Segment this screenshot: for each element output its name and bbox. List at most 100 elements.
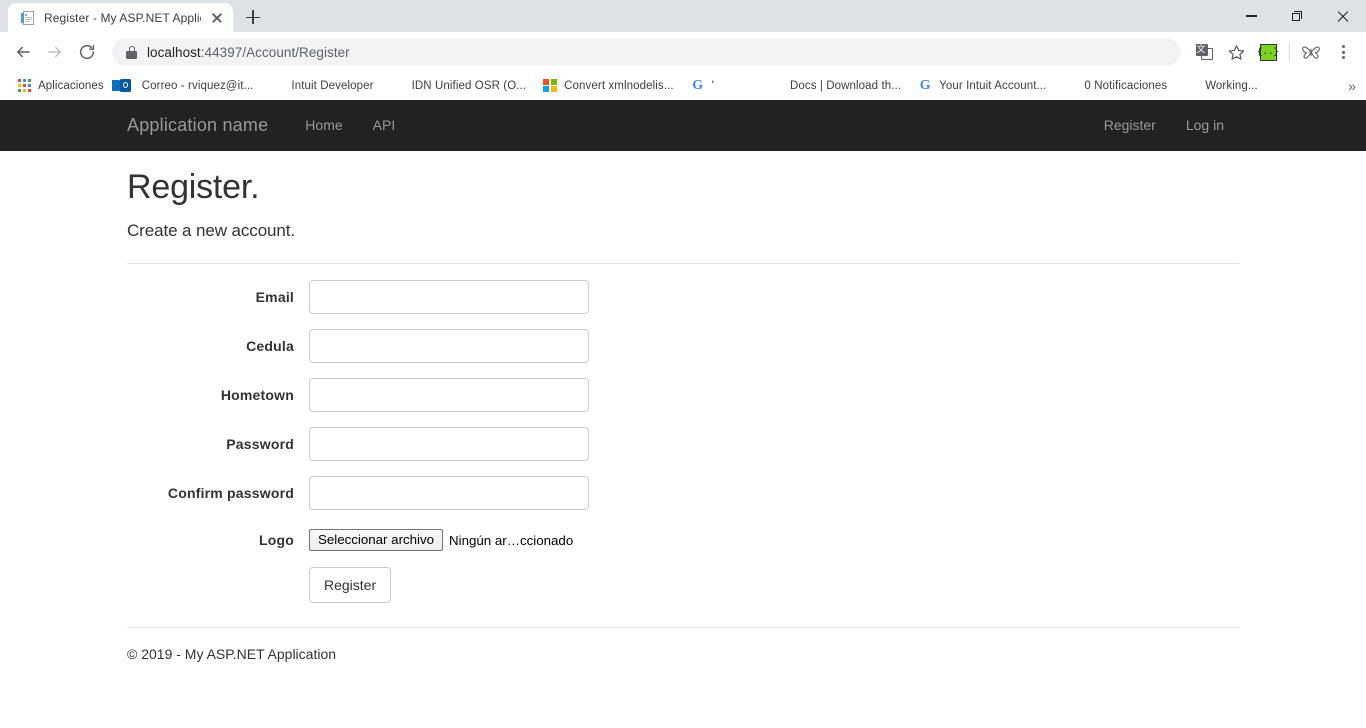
- address-bar-url: localhost:44397/Account/Register: [147, 45, 350, 60]
- email-input[interactable]: [309, 280, 589, 315]
- bookmark-convert-xmlnodelist[interactable]: Convert xmlnodelis...: [534, 75, 681, 97]
- extension-json-viewer-icon[interactable]: {..}: [1253, 37, 1283, 67]
- nav-link-home[interactable]: Home: [290, 100, 357, 151]
- forward-arrow-icon[interactable]: [40, 37, 70, 67]
- navbar-links: Home API: [290, 100, 410, 151]
- bookmark-google-quote[interactable]: G ': [682, 75, 722, 97]
- form-row-logo: Logo Seleccionar archivo Ningún ar…ccion…: [127, 529, 1239, 552]
- page-container: Register. Create a new account. Email Ce…: [112, 151, 1254, 662]
- navbar-brand[interactable]: Application name: [127, 115, 268, 136]
- reload-icon[interactable]: [72, 37, 102, 67]
- apps-grid-icon: [16, 78, 32, 94]
- cedula-input[interactable]: [309, 329, 589, 364]
- extension-butterfly-icon[interactable]: [1296, 37, 1326, 67]
- new-tab-button[interactable]: [239, 3, 267, 31]
- page-title: Register.: [127, 168, 260, 206]
- file-status-text: Ningún ar…ccionado: [449, 532, 574, 548]
- lock-icon: [126, 45, 137, 59]
- url-host: localhost: [147, 44, 201, 60]
- navbar-auth-links: Register Log in: [1089, 100, 1239, 151]
- register-submit-button[interactable]: Register: [309, 567, 392, 604]
- password-input[interactable]: [309, 427, 589, 462]
- tab-title: Register - My ASP.NET Applicatio: [44, 10, 201, 25]
- label-logo: Logo: [258, 532, 294, 549]
- page-header: Register. Create a new account.: [127, 151, 1239, 241]
- toolbar-divider: [1289, 43, 1290, 61]
- form-row-cedula: Cedula: [127, 329, 1239, 364]
- nav-link-login[interactable]: Log in: [1171, 100, 1239, 151]
- form-row-password: Password: [127, 427, 1239, 462]
- facebook-icon: [1062, 78, 1078, 94]
- address-bar[interactable]: localhost:44397/Account/Register: [112, 38, 1181, 66]
- globe-icon: [390, 78, 406, 94]
- bookmark-apps[interactable]: Aplicaciones: [8, 75, 112, 97]
- back-arrow-icon[interactable]: [8, 37, 38, 67]
- bookmark-label: IDN Unified OSR (O...: [411, 79, 527, 92]
- bookmark-label: 0 Notificaciones: [1084, 79, 1168, 92]
- label-password: Password: [226, 436, 294, 453]
- toolbar-icon-group: {..}: [1189, 37, 1358, 67]
- bookmark-notificaciones[interactable]: 0 Notificaciones: [1054, 75, 1175, 97]
- bookmark-label: Correo - rviquez@it...: [141, 79, 254, 92]
- chrome-menu-icon[interactable]: [1328, 37, 1358, 67]
- bookmarks-overflow-button[interactable]: »: [1348, 79, 1356, 93]
- site-navbar: Application name Home API Register Log i…: [0, 100, 1366, 151]
- close-icon[interactable]: [209, 10, 225, 26]
- choose-file-button[interactable]: Seleccionar archivo: [309, 529, 444, 552]
- bookmark-label: Intuit Developer: [291, 79, 374, 92]
- minimize-button[interactable]: [1228, 0, 1274, 32]
- page-viewport: Application name Home API Register Log i…: [0, 100, 1366, 728]
- bookmark-your-intuit-account[interactable]: G Your Intuit Account...: [909, 75, 1054, 97]
- document-icon: [20, 10, 36, 26]
- bookmark-working[interactable]: Working...: [1175, 75, 1266, 97]
- bookmark-star-icon[interactable]: [1221, 37, 1251, 67]
- form-row-confirm-password: Confirm password: [127, 476, 1239, 511]
- bookmark-facebook-1[interactable]: [722, 75, 760, 97]
- label-email: Email: [255, 289, 294, 306]
- label-hometown: Hometown: [220, 387, 294, 404]
- microsoft-icon: [542, 78, 558, 94]
- bookmarks-bar: Aplicaciones Correo - rviquez@it... Intu…: [0, 72, 1366, 100]
- close-button[interactable]: [1320, 0, 1366, 32]
- nav-link-register[interactable]: Register: [1089, 100, 1171, 151]
- window-controls: [1228, 0, 1366, 32]
- blue-circle-icon: [269, 78, 285, 94]
- footer-copyright: © 2019 - My ASP.NET Application: [127, 646, 337, 663]
- form-row-submit: Register: [127, 567, 1239, 604]
- label-cedula: Cedula: [246, 338, 294, 355]
- tab-strip: Register - My ASP.NET Applicatio: [0, 0, 267, 32]
- bookmark-intuit-developer[interactable]: Intuit Developer: [261, 75, 381, 97]
- outlook-icon: [111, 78, 136, 94]
- bookmark-correo[interactable]: Correo - rviquez@it...: [111, 75, 262, 97]
- bookmark-label: Working...: [1205, 79, 1258, 92]
- bookmark-idn-unified-osr[interactable]: IDN Unified OSR (O...: [382, 75, 535, 97]
- blue-circle-icon: [768, 78, 784, 94]
- bookmark-label: Convert xmlnodelis...: [564, 79, 674, 92]
- browser-toolbar: localhost:44397/Account/Register {..}: [0, 32, 1366, 72]
- extension-json-viewer-glyph: {..}: [1257, 43, 1279, 61]
- google-icon: G: [919, 77, 931, 93]
- register-form: Email Cedula Hometown Password Confirm p: [127, 280, 1239, 604]
- bookmark-label: Docs | Download th...: [789, 79, 902, 92]
- hometown-input[interactable]: [309, 378, 589, 413]
- browser-tab[interactable]: Register - My ASP.NET Applicatio: [8, 3, 233, 32]
- browser-window: Register - My ASP.NET Applicatio: [0, 0, 1366, 728]
- url-path: :44397/Account/Register: [200, 44, 350, 60]
- nav-link-api[interactable]: API: [358, 100, 411, 151]
- bookmark-label: Your Intuit Account...: [939, 79, 1047, 92]
- bookmark-docs-download[interactable]: Docs | Download th...: [760, 75, 909, 97]
- globe-icon: [1183, 78, 1199, 94]
- page-subtitle: Create a new account.: [127, 221, 295, 241]
- confirm-password-input[interactable]: [309, 476, 589, 511]
- browser-titlebar: Register - My ASP.NET Applicatio: [0, 0, 1366, 32]
- logo-file-input[interactable]: Seleccionar archivo Ningún ar…ccionado: [309, 529, 574, 552]
- restore-button[interactable]: [1274, 0, 1320, 32]
- form-row-hometown: Hometown: [127, 378, 1239, 413]
- bookmark-label: Aplicaciones: [38, 79, 104, 92]
- header-divider: [127, 263, 1239, 265]
- translate-icon[interactable]: [1189, 37, 1219, 67]
- bookmark-label: ': [711, 79, 714, 92]
- facebook-icon: [730, 78, 746, 94]
- label-confirm-password: Confirm password: [167, 485, 294, 502]
- google-icon: G: [692, 77, 704, 93]
